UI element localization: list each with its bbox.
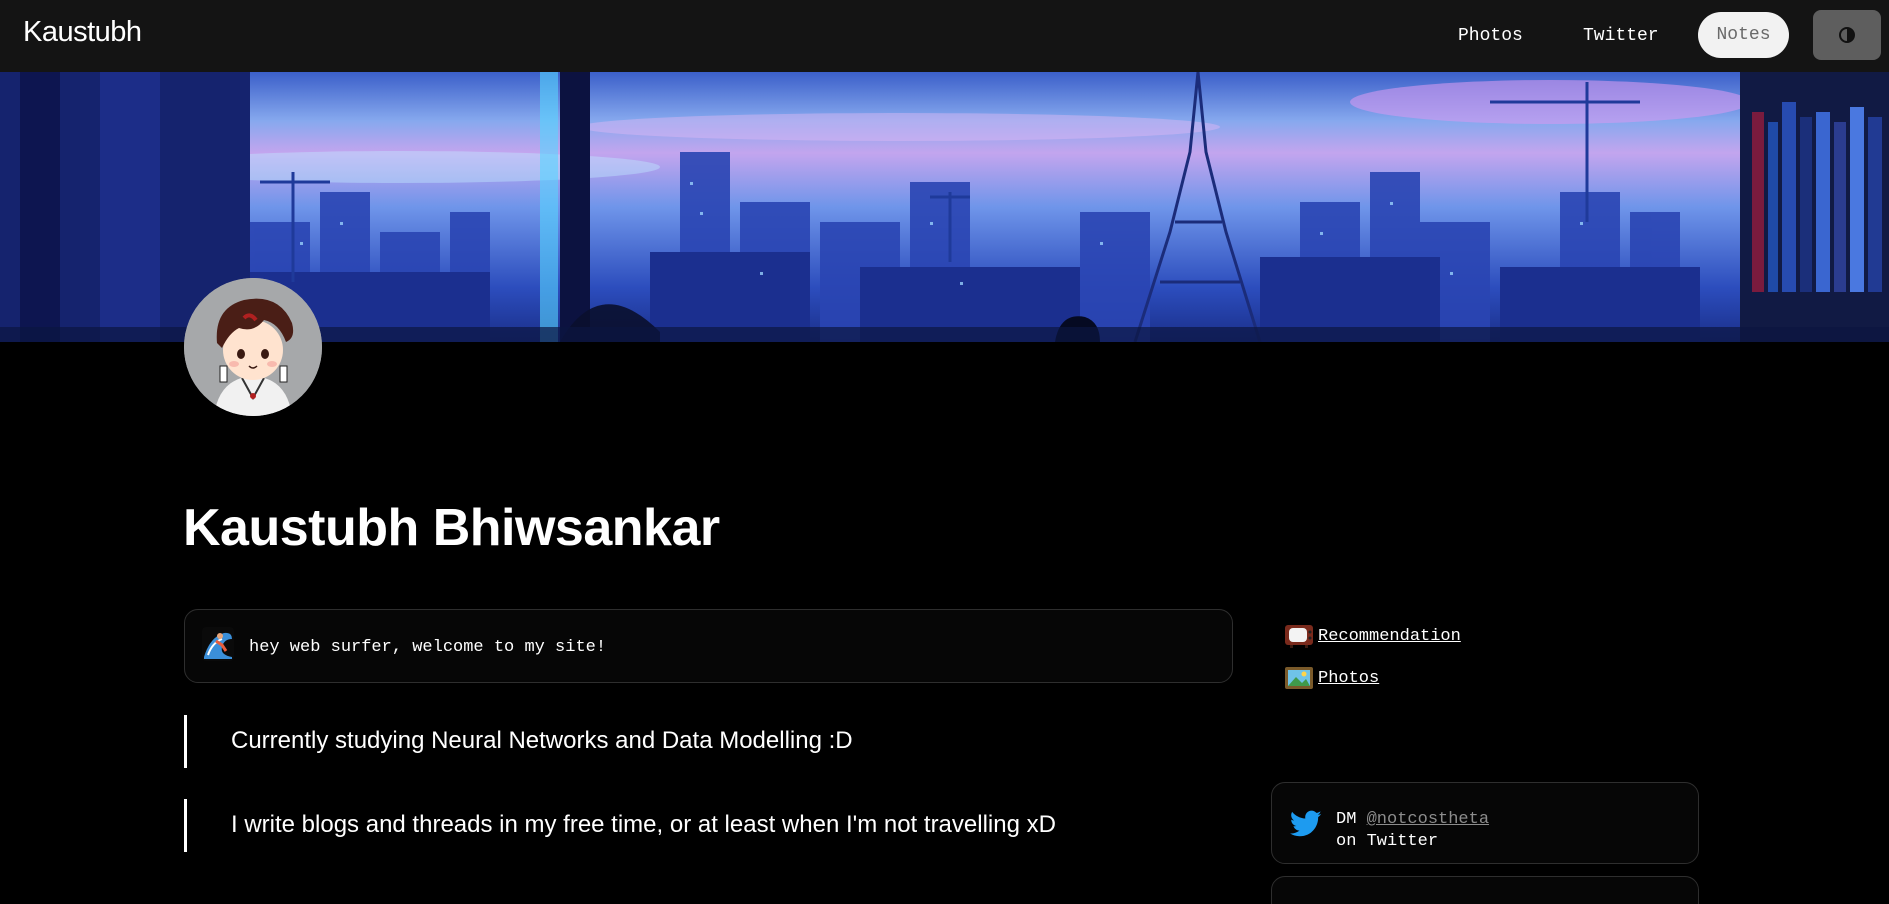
nav-photos-link[interactable]: Photos <box>1458 26 1523 46</box>
welcome-callout: hey web surfer, welcome to my site! <box>184 609 1233 683</box>
twitter-dm-suffix: on Twitter <box>1336 832 1439 851</box>
anime-avatar <box>184 278 322 416</box>
quote-text: I write blogs and threads in my free tim… <box>231 811 1056 838</box>
twitter-bird-icon <box>1290 810 1322 837</box>
quote-text: Currently studying Neural Networks and D… <box>231 727 853 754</box>
top-navbar: Kaustubh Photos Twitter Notes <box>0 0 1889 72</box>
nav-twitter-link[interactable]: Twitter <box>1583 26 1659 46</box>
nav-notes-button[interactable]: Notes <box>1698 12 1789 58</box>
wave-surfer-emoji <box>202 627 234 661</box>
theme-toggle-icon <box>1839 27 1855 43</box>
blockquote-studying: Currently studying Neural Networks and D… <box>184 715 853 768</box>
profile-avatar <box>184 278 322 416</box>
twitter-handle-link[interactable]: @notcostheta <box>1367 810 1489 829</box>
tv-icon <box>1285 625 1313 648</box>
welcome-text: hey web surfer, welcome to my site! <box>249 638 607 657</box>
blockquote-blogging: I write blogs and threads in my free tim… <box>184 799 1056 852</box>
profile-name: Kaustubh Bhiwsankar <box>183 499 720 557</box>
twitter-dm-line: DM @notcostheta <box>1336 810 1489 829</box>
sidebar-card-partial <box>1271 876 1699 904</box>
recommendation-link[interactable]: Recommendation <box>1318 627 1461 646</box>
photos-link[interactable]: Photos <box>1318 669 1379 688</box>
theme-toggle-button[interactable] <box>1813 10 1881 60</box>
twitter-dm-card[interactable]: DM @notcostheta on Twitter <box>1271 782 1699 864</box>
dm-prefix: DM <box>1336 810 1357 829</box>
site-brand[interactable]: Kaustubh <box>23 16 142 49</box>
photo-frame-icon <box>1285 667 1313 689</box>
